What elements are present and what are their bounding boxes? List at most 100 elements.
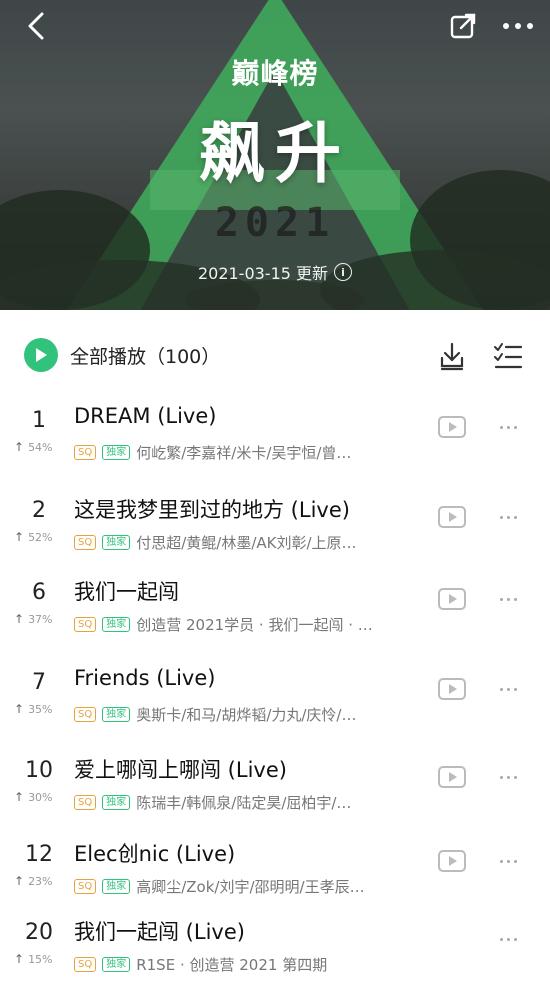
song-more-button[interactable]: [490, 412, 526, 442]
song-more-button[interactable]: [490, 846, 526, 876]
play-icon: [24, 338, 58, 372]
video-icon: [449, 856, 457, 866]
song-title: 我们一起闯: [74, 580, 179, 604]
song-rank: 1: [32, 408, 46, 433]
song-more-button[interactable]: [490, 674, 526, 704]
song-meta: SQ 独家 付思超/黄鲲/林墨/AK刘彰/上原…: [74, 532, 424, 553]
arrow-up-icon: ↑: [14, 952, 25, 966]
update-info: 2021-03-15 更新 i: [0, 260, 550, 284]
exclusive-badge: 独家: [102, 707, 131, 722]
song-row[interactable]: 2 ↑ 52% 这是我梦里到过的地方 (Live) SQ 独家 付思超/黄鲲/林墨…: [0, 494, 550, 576]
sq-badge: SQ: [74, 617, 97, 632]
song-artists: R1SE · 创造营 2021 第四期: [136, 956, 328, 974]
arrow-up-icon: ↑: [14, 790, 25, 804]
exclusive-badge: 独家: [102, 445, 131, 460]
arrow-up-icon: ↑: [14, 702, 25, 716]
song-more-button[interactable]: [490, 924, 526, 954]
update-date: 2021-03-15 更新: [197, 264, 329, 283]
song-meta: SQ 独家 奥斯卡/和马/胡烨韬/力丸/庆怜/…: [74, 704, 424, 725]
sq-badge: SQ: [74, 879, 97, 894]
song-more-button[interactable]: [490, 584, 526, 614]
song-title: 这是我梦里到过的地方 (Live): [74, 498, 350, 522]
song-row[interactable]: 7 ↑ 35% Friends (Live) SQ 独家 奥斯卡/和马/胡烨韬/力…: [0, 666, 550, 748]
exclusive-badge: 独家: [102, 795, 131, 810]
video-icon: [449, 594, 457, 604]
song-artists: 陈瑞丰/韩佩泉/陆定昊/屈柏宇/…: [136, 794, 352, 812]
exclusive-badge: 独家: [102, 535, 131, 550]
exclusive-badge: 独家: [102, 957, 131, 972]
video-icon: [449, 422, 457, 432]
chart-banner: 巅峰榜 飙升 2021 2021-03-15 更新 i: [0, 0, 550, 310]
rank-trend: ↑ 52%: [14, 530, 53, 544]
share-icon: [450, 13, 476, 39]
song-meta: SQ 独家 陈瑞丰/韩佩泉/陆定昊/屈柏宇/…: [74, 792, 424, 813]
song-meta: SQ 独家 R1SE · 创造营 2021 第四期: [74, 954, 424, 975]
back-button[interactable]: [18, 8, 54, 44]
multi-select-button[interactable]: [492, 340, 526, 372]
sq-badge: SQ: [74, 795, 97, 810]
arrow-up-icon: ↑: [14, 874, 25, 888]
song-title: DREAM (Live): [74, 404, 217, 428]
play-all-button[interactable]: 全部播放（100）: [24, 338, 220, 372]
list-toolbar: 全部播放（100）: [0, 310, 550, 396]
song-artists: 奥斯卡/和马/胡烨韬/力丸/庆怜/…: [136, 706, 357, 724]
mv-play-button[interactable]: [438, 506, 466, 528]
song-rank: 12: [25, 842, 53, 867]
rank-trend: ↑ 37%: [14, 612, 53, 626]
song-rank: 20: [25, 920, 53, 945]
exclusive-badge: 独家: [102, 617, 131, 632]
sq-badge: SQ: [74, 445, 97, 460]
song-title: 我们一起闯 (Live): [74, 920, 245, 944]
top-nav: [0, 0, 550, 52]
song-artists: 何屹繁/李嘉祥/米卡/吴宇恒/曾…: [136, 444, 352, 462]
chart-title: 飙升: [199, 115, 351, 192]
song-row[interactable]: 12 ↑ 23% Elec创nic (Live) SQ 独家 高卿尘/Zok/刘宇…: [0, 838, 550, 920]
song-row[interactable]: 10 ↑ 30% 爱上哪闯上哪闯 (Live) SQ 独家 陈瑞丰/韩佩泉/陆定昊…: [0, 754, 550, 836]
arrow-up-icon: ↑: [14, 440, 25, 454]
song-row[interactable]: 6 ↑ 37% 我们一起闯 SQ 独家 创造营 2021学员 · 我们一起闯 · …: [0, 576, 550, 658]
arrow-up-icon: ↑: [14, 612, 25, 626]
info-icon[interactable]: i: [334, 263, 353, 281]
banner-year: 2021: [214, 200, 336, 246]
song-artists: 创造营 2021学员 · 我们一起闯 · …: [136, 616, 373, 634]
sq-badge: SQ: [74, 535, 97, 550]
song-rank: 10: [25, 758, 53, 783]
mv-play-button[interactable]: [438, 416, 466, 438]
song-more-button[interactable]: [490, 762, 526, 792]
video-icon: [449, 512, 457, 522]
song-more-button[interactable]: [490, 502, 526, 532]
brand-logo: 巅峰榜: [231, 57, 319, 90]
song-rank: 7: [32, 670, 46, 695]
song-artists: 高卿尘/Zok/刘宇/邵明明/王孝辰…: [136, 878, 365, 896]
song-meta: SQ 独家 何屹繁/李嘉祥/米卡/吴宇恒/曾…: [74, 442, 424, 463]
rank-trend: ↑ 54%: [14, 440, 53, 454]
more-icon: [503, 23, 533, 29]
song-meta: SQ 独家 高卿尘/Zok/刘宇/邵明明/王孝辰…: [74, 876, 424, 897]
share-button[interactable]: [445, 8, 481, 44]
song-artists: 付思超/黄鲲/林墨/AK刘彰/上原…: [136, 534, 357, 552]
arrow-up-icon: ↑: [14, 530, 25, 544]
download-icon: [440, 342, 464, 371]
sq-badge: SQ: [74, 707, 97, 722]
rank-trend: ↑ 23%: [14, 874, 53, 888]
more-options-button[interactable]: [498, 8, 538, 44]
rank-trend: ↑ 35%: [14, 702, 53, 716]
video-icon: [449, 772, 457, 782]
song-rank: 2: [32, 498, 46, 523]
song-list-card: 全部播放（100） 1 ↑ 54% DREAM (Live) SQ 独家 何屹繁…: [0, 310, 550, 983]
exclusive-badge: 独家: [102, 879, 131, 894]
chevron-left-icon: [28, 12, 44, 40]
song-title: Friends (Live): [74, 666, 216, 690]
song-rank: 6: [32, 580, 46, 605]
song-meta: SQ 独家 创造营 2021学员 · 我们一起闯 · …: [74, 614, 424, 635]
song-title: 爱上哪闯上哪闯 (Live): [74, 758, 287, 782]
mv-play-button[interactable]: [438, 678, 466, 700]
mv-play-button[interactable]: [438, 588, 466, 610]
download-button[interactable]: [436, 340, 468, 372]
play-all-label: 全部播放（100）: [70, 345, 221, 368]
mv-play-button[interactable]: [438, 766, 466, 788]
song-row[interactable]: 1 ↑ 54% DREAM (Live) SQ 独家 何屹繁/李嘉祥/米卡/吴宇恒…: [0, 404, 550, 486]
mv-play-button[interactable]: [438, 850, 466, 872]
song-row[interactable]: 20 ↑ 15% 我们一起闯 (Live) SQ 独家 R1SE · 创造营 20…: [0, 916, 550, 983]
multi-select-icon: [494, 343, 523, 369]
